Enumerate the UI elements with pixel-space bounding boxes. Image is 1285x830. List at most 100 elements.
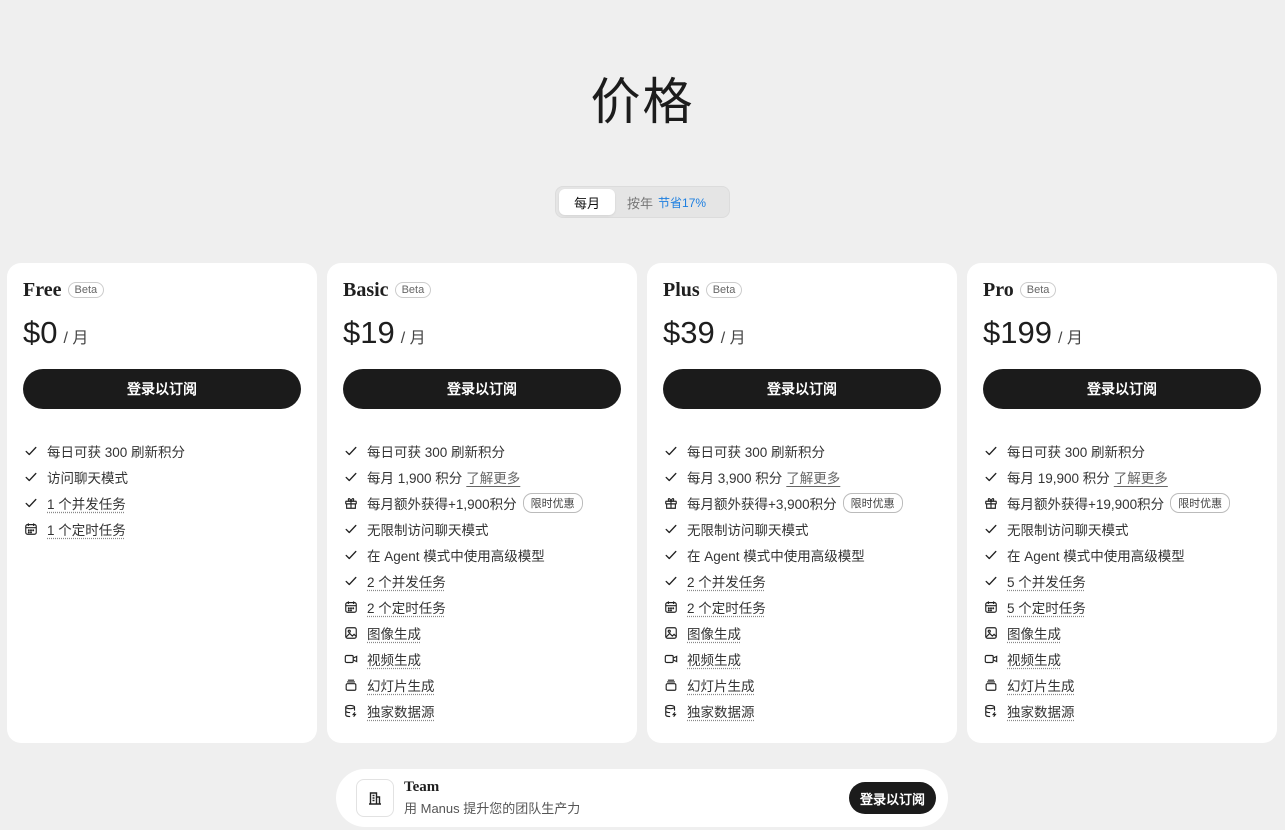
team-plan-bar: Team 用 Manus 提升您的团队生产力 登录以订阅 (336, 769, 948, 827)
feature-text[interactable]: 2 个定时任务 (687, 597, 766, 617)
check-icon (23, 443, 39, 459)
billing-monthly-option[interactable]: 每月 (559, 189, 615, 215)
plan-period: / 月 (400, 330, 426, 347)
check-icon (343, 521, 359, 537)
feature-item: 独家数据源 (983, 698, 1261, 724)
billing-yearly-option[interactable]: 按年 节省17% (615, 189, 706, 215)
feature-item: 5 个定时任务 (983, 594, 1261, 620)
feature-text[interactable]: 2 个定时任务 (367, 597, 446, 617)
video-icon (663, 651, 679, 667)
plan-price: $0 (23, 315, 58, 350)
feature-text[interactable]: 图像生成 (367, 623, 421, 643)
feature-text[interactable]: 2 个并发任务 (367, 571, 446, 591)
feature-text[interactable]: 图像生成 (1007, 623, 1061, 643)
slides-icon (343, 677, 359, 693)
image-icon (343, 625, 359, 641)
feature-text: 每月 3,900 积分 (687, 471, 783, 486)
feature-text: 无限制访问聊天模式 (367, 523, 489, 538)
feature-item: 视频生成 (983, 646, 1261, 672)
subscribe-button[interactable]: 登录以订阅 (343, 369, 621, 409)
feature-text[interactable]: 1 个定时任务 (47, 519, 126, 539)
feature-text: 每日可获 300 刷新积分 (1007, 445, 1146, 460)
feature-text: 每月额外获得+19,900积分 (1007, 497, 1165, 512)
beta-badge: Beta (67, 282, 105, 298)
feature-text[interactable]: 1 个并发任务 (47, 493, 126, 513)
feature-item: 每日可获 300 刷新积分 (663, 438, 941, 464)
feature-text[interactable]: 视频生成 (1007, 649, 1061, 669)
feature-text[interactable]: 幻灯片生成 (687, 675, 755, 695)
learn-more-link[interactable]: 了解更多 (466, 467, 520, 487)
gift-icon (663, 495, 679, 511)
video-icon (343, 651, 359, 667)
team-subscribe-button[interactable]: 登录以订阅 (848, 782, 936, 814)
feature-item: 无限制访问聊天模式 (343, 516, 621, 542)
feature-item: 访问聊天模式 (23, 464, 301, 490)
feature-text: 每日可获 300 刷新积分 (367, 445, 506, 460)
feature-item: 2 个并发任务 (663, 568, 941, 594)
feature-item: 每日可获 300 刷新积分 (983, 438, 1261, 464)
feature-item: 幻灯片生成 (343, 672, 621, 698)
feature-item: 每月额外获得+1,900积分 限时优惠 (343, 490, 621, 516)
billing-yearly-label: 按年 (627, 195, 654, 211)
feature-item: 2 个定时任务 (663, 594, 941, 620)
feature-text[interactable]: 视频生成 (367, 649, 421, 669)
feature-item: 无限制访问聊天模式 (983, 516, 1261, 542)
feature-item: 图像生成 (983, 620, 1261, 646)
learn-more-link[interactable]: 了解更多 (1114, 467, 1168, 487)
feature-item: 1 个并发任务 (23, 490, 301, 516)
feature-item: 每日可获 300 刷新积分 (23, 438, 301, 464)
feature-text[interactable]: 幻灯片生成 (1007, 675, 1075, 695)
feature-item: 独家数据源 (663, 698, 941, 724)
slides-icon (663, 677, 679, 693)
feature-text[interactable]: 独家数据源 (1007, 701, 1075, 721)
feature-item: 每月 1,900 积分 了解更多 (343, 464, 621, 490)
learn-more-link[interactable]: 了解更多 (786, 467, 840, 487)
slides-icon (983, 677, 999, 693)
feature-item: 图像生成 (343, 620, 621, 646)
limited-offer-tag: 限时优惠 (842, 493, 903, 513)
yearly-discount-label: 节省17% (658, 195, 707, 210)
billing-toggle: 每月 按年 节省17% (555, 186, 730, 218)
plan-name: Basic (343, 278, 389, 301)
check-icon (663, 547, 679, 563)
feature-item: 在 Agent 模式中使用高级模型 (663, 542, 941, 568)
feature-text[interactable]: 独家数据源 (687, 701, 755, 721)
check-icon (983, 469, 999, 485)
feature-item: 在 Agent 模式中使用高级模型 (343, 542, 621, 568)
feature-text[interactable]: 2 个并发任务 (687, 571, 766, 591)
check-icon (663, 469, 679, 485)
check-icon (663, 573, 679, 589)
plan-name: Pro (983, 278, 1014, 301)
feature-text[interactable]: 图像生成 (687, 623, 741, 643)
feature-item: 视频生成 (343, 646, 621, 672)
feature-item: 2 个并发任务 (343, 568, 621, 594)
feature-text[interactable]: 5 个定时任务 (1007, 597, 1086, 617)
feature-item: 1 个定时任务 (23, 516, 301, 542)
feature-text: 无限制访问聊天模式 (687, 523, 809, 538)
feature-text: 每月 19,900 积分 (1007, 471, 1110, 486)
subscribe-button[interactable]: 登录以订阅 (663, 369, 941, 409)
feature-text: 每月额外获得+3,900积分 (687, 497, 837, 512)
database-icon (343, 703, 359, 719)
check-icon (343, 469, 359, 485)
plan-period: / 月 (1057, 330, 1083, 347)
feature-text: 每日可获 300 刷新积分 (687, 445, 826, 460)
feature-text[interactable]: 幻灯片生成 (367, 675, 435, 695)
check-icon (343, 573, 359, 589)
feature-text[interactable]: 独家数据源 (367, 701, 435, 721)
calendar-icon (23, 521, 39, 537)
plan-name: Free (23, 278, 62, 301)
feature-list: 每日可获 300 刷新积分 每月 1,900 积分 了解更多 每月额外获得+1,… (343, 438, 621, 724)
plan-price: $19 (343, 315, 395, 350)
feature-text[interactable]: 视频生成 (687, 649, 741, 669)
plan-name: Plus (663, 278, 700, 301)
feature-text[interactable]: 5 个并发任务 (1007, 571, 1086, 591)
feature-item: 图像生成 (663, 620, 941, 646)
subscribe-button[interactable]: 登录以订阅 (23, 369, 301, 409)
calendar-icon (983, 599, 999, 615)
feature-list: 每日可获 300 刷新积分 每月 19,900 积分 了解更多 每月额外获得+1… (983, 438, 1261, 724)
subscribe-button[interactable]: 登录以订阅 (983, 369, 1261, 409)
billing-monthly-label: 每月 (573, 195, 600, 211)
plan-period: / 月 (63, 330, 89, 347)
plan-card-plus: Plus Beta $39 / 月 登录以订阅 每日可获 300 刷新积分 每月… (647, 263, 957, 743)
